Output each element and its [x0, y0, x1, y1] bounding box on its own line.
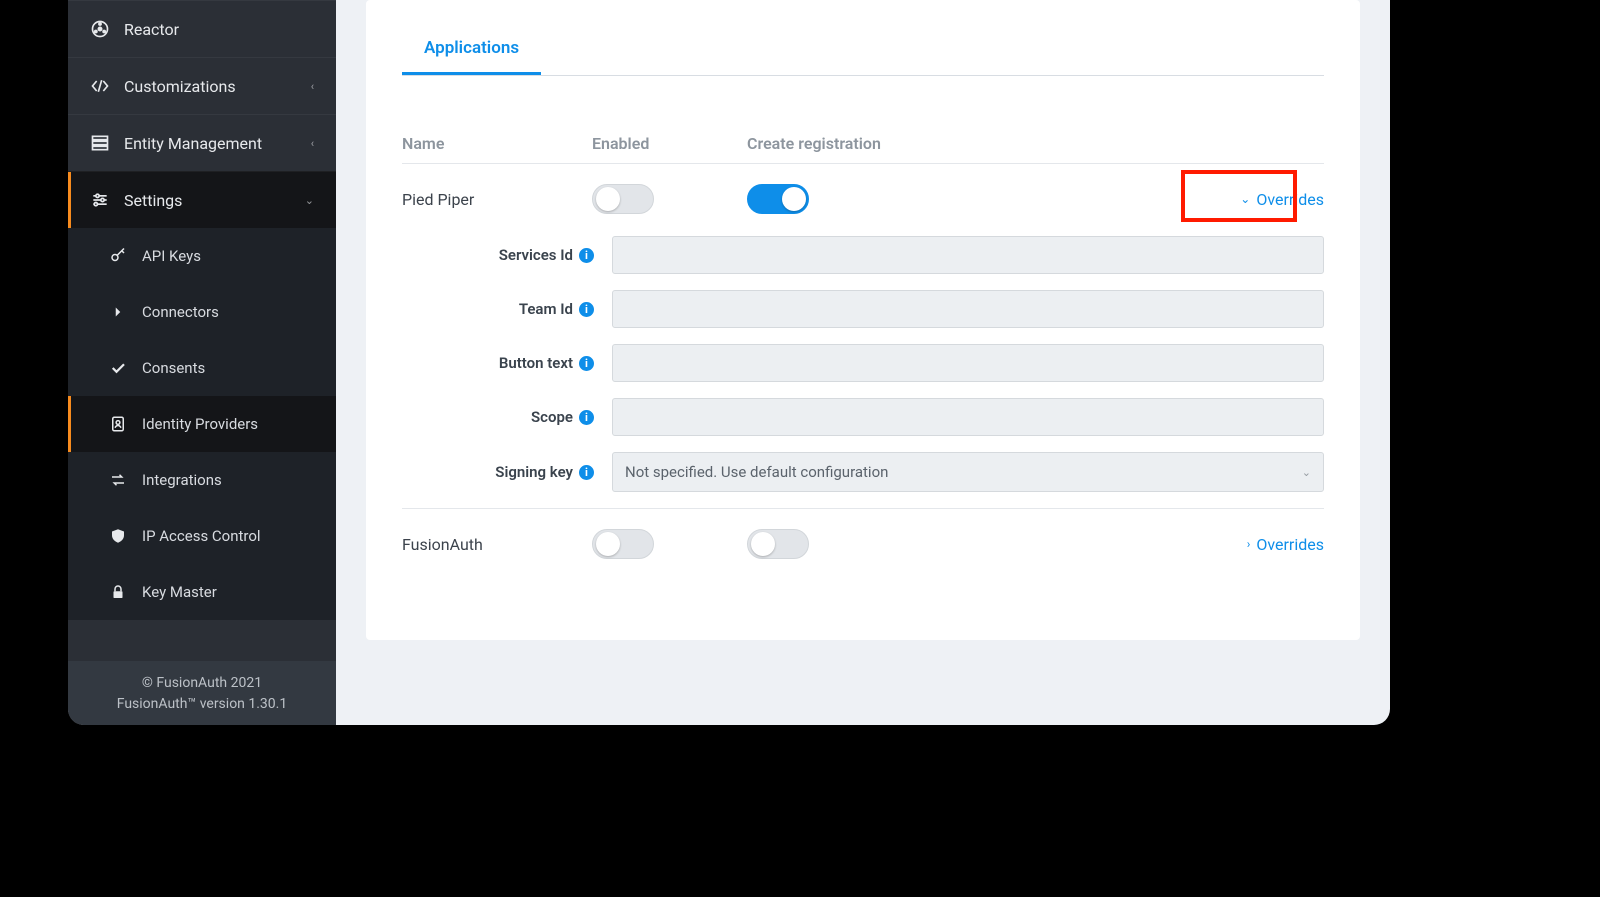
stack-icon [90, 133, 110, 153]
select-value: Not specified. Use default configuration [625, 463, 888, 481]
sidebar-item-label: API Keys [142, 247, 201, 265]
overrides-expand[interactable]: ⌄ Overrides [1240, 190, 1324, 209]
sidebar-item-customizations[interactable]: Customizations ‹ [68, 57, 336, 114]
main-content: Applications Name Enabled Create registr… [336, 0, 1390, 725]
app-name: FusionAuth [402, 535, 592, 554]
overrides-label: Overrides [1256, 535, 1324, 554]
chevron-down-icon: ⌄ [305, 194, 314, 207]
sidebar-item-consents[interactable]: Consents [68, 340, 336, 396]
create-registration-toggle[interactable] [747, 529, 809, 559]
sidebar-item-api-keys[interactable]: API Keys [68, 228, 336, 284]
sliders-icon [90, 190, 110, 210]
chevron-left-icon: ‹ [311, 137, 314, 150]
sidebar-item-label: Customizations [124, 77, 236, 96]
label-button-text: Button text [499, 354, 573, 372]
sidebar-item-reactor[interactable]: Reactor [68, 0, 336, 57]
label-signing-key: Signing key [495, 463, 573, 481]
app-name: Pied Piper [402, 190, 592, 209]
enabled-toggle[interactable] [592, 184, 654, 214]
scope-input[interactable] [612, 398, 1324, 436]
table-row: Pied Piper ⌄ Overrides [402, 164, 1324, 228]
col-create-registration: Create registration [747, 134, 1194, 153]
info-icon[interactable]: i [579, 302, 594, 317]
sidebar-item-label: Entity Management [124, 134, 262, 153]
chevron-right-icon [108, 302, 128, 322]
col-enabled: Enabled [592, 134, 747, 153]
overrides-label: Overrides [1256, 190, 1324, 209]
overrides-panel: Services Id i Team Id i Button text i Scope… [402, 236, 1324, 492]
tab-applications[interactable]: Applications [402, 28, 541, 75]
chevron-right-icon: › [1247, 537, 1251, 551]
sidebar-item-label: Identity Providers [142, 415, 258, 433]
table-row: FusionAuth › Overrides [402, 509, 1324, 573]
footer-version: FusionAuth™ version 1.30.1 [76, 694, 328, 715]
sidebar-item-label: Reactor [124, 20, 179, 39]
footer-copyright: © FusionAuth 2021 [76, 673, 328, 694]
sidebar-item-ip-access[interactable]: IP Access Control [68, 508, 336, 564]
arrows-icon [108, 470, 128, 490]
services-id-input[interactable] [612, 236, 1324, 274]
shield-icon [108, 526, 128, 546]
code-icon [90, 76, 110, 96]
sidebar-item-label: IP Access Control [142, 527, 261, 545]
chevron-left-icon: ‹ [311, 80, 314, 93]
overrides-expand[interactable]: › Overrides [1247, 535, 1324, 554]
sidebar-item-label: Settings [124, 191, 182, 210]
sidebar: Reactor Customizations ‹ Entity Manageme… [68, 0, 336, 725]
info-icon[interactable]: i [579, 356, 594, 371]
sidebar-item-identity-providers[interactable]: Identity Providers [68, 396, 336, 452]
info-icon[interactable]: i [579, 410, 594, 425]
sidebar-item-label: Integrations [142, 471, 222, 489]
label-services-id: Services Id [499, 246, 573, 264]
lock-icon [108, 582, 128, 602]
settings-card: Applications Name Enabled Create registr… [366, 0, 1360, 640]
signing-key-select[interactable]: Not specified. Use default configuration… [612, 452, 1324, 492]
label-team-id: Team Id [519, 300, 573, 318]
info-icon[interactable]: i [579, 465, 594, 480]
chevron-down-icon: ⌄ [1302, 466, 1311, 479]
team-id-input[interactable] [612, 290, 1324, 328]
reactor-icon [90, 19, 110, 39]
sidebar-footer: © FusionAuth 2021 FusionAuth™ version 1.… [68, 661, 336, 725]
sidebar-item-label: Key Master [142, 583, 217, 601]
table-header: Name Enabled Create registration [402, 124, 1324, 164]
sidebar-item-label: Consents [142, 359, 205, 377]
check-icon [108, 358, 128, 378]
tabs: Applications [402, 28, 1324, 76]
sidebar-item-key-master[interactable]: Key Master [68, 564, 336, 620]
label-scope: Scope [531, 408, 573, 426]
sidebar-item-entity-management[interactable]: Entity Management ‹ [68, 114, 336, 171]
col-name: Name [402, 134, 592, 153]
info-icon[interactable]: i [579, 248, 594, 263]
id-card-icon [108, 414, 128, 434]
chevron-down-icon: ⌄ [1240, 192, 1250, 206]
sidebar-item-connectors[interactable]: Connectors [68, 284, 336, 340]
create-registration-toggle[interactable] [747, 184, 809, 214]
enabled-toggle[interactable] [592, 529, 654, 559]
key-icon [108, 246, 128, 266]
sidebar-item-settings[interactable]: Settings ⌄ [68, 171, 336, 228]
sidebar-item-label: Connectors [142, 303, 219, 321]
sidebar-item-integrations[interactable]: Integrations [68, 452, 336, 508]
button-text-input[interactable] [612, 344, 1324, 382]
